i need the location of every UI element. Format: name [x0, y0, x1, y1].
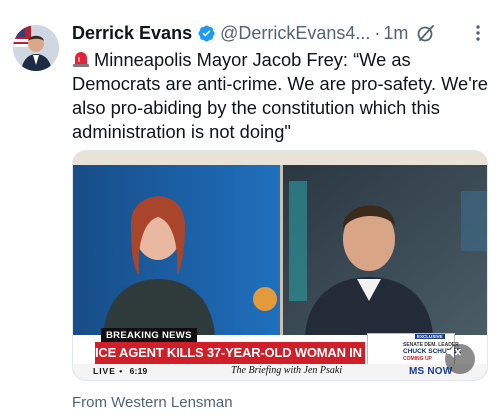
tweet-text-block: Minneapolis Mayor Jacob Frey: “We as Dem…	[72, 48, 492, 144]
more-options-icon[interactable]	[468, 21, 488, 45]
muted-speaker-icon	[447, 346, 461, 358]
tweet[interactable]: Derrick Evans @DerrickEvans4... · 1m Min…	[0, 0, 500, 418]
show-name: The Briefing with Jen Psaki	[231, 365, 343, 376]
mute-button[interactable]	[445, 344, 475, 374]
live-indicator: LIVE • 6:19	[93, 366, 148, 376]
video-player[interactable]: BREAKING NEWS ICE AGENT KILLS 37-YEAR-OL…	[72, 150, 488, 381]
timestamp[interactable]: 1m	[383, 23, 408, 44]
promo-line-3: COMING UP	[403, 356, 432, 362]
separator-dot: ·	[374, 22, 381, 43]
news-headline: ICE AGENT KILLS 37-YEAR-OLD WOMAN IN MIN…	[95, 342, 453, 364]
exclusive-tag: EXCLUSIVE	[415, 334, 445, 339]
network-logo: MS NOW	[409, 366, 453, 377]
avatar-image	[13, 25, 59, 71]
grok-icon[interactable]	[416, 23, 436, 43]
rotating-light-icon	[73, 52, 89, 67]
live-label: LIVE	[93, 366, 116, 376]
tweet-header: Derrick Evans @DerrickEvans4... · 1m	[72, 21, 488, 45]
verified-badge-icon	[198, 24, 215, 42]
breaking-news-label: BREAKING NEWS	[101, 328, 197, 342]
author-name[interactable]: Derrick Evans	[72, 23, 192, 44]
live-time: 6:19	[129, 366, 148, 376]
author-handle[interactable]: @DerrickEvans4...	[220, 23, 370, 44]
tweet-text: Minneapolis Mayor Jacob Frey: “We as Dem…	[72, 49, 488, 142]
source-attribution[interactable]: From Western Lensman	[72, 394, 233, 411]
avatar[interactable]	[13, 25, 59, 71]
